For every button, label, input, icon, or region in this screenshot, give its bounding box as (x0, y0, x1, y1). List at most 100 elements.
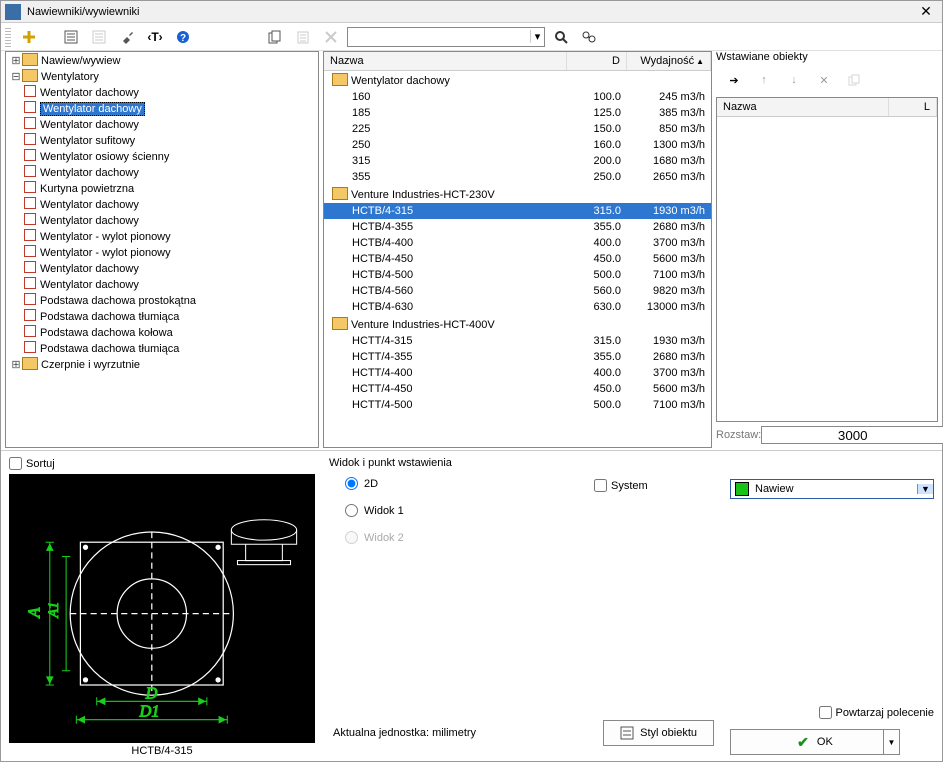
list-row[interactable]: HCTT/4-500500.07100 m3/h (324, 397, 711, 413)
tools-button[interactable] (115, 26, 139, 48)
titlebar: Nawiewniki/wywiewniki ✕ (1, 1, 942, 23)
inserted-objects-list[interactable]: Nazwa L (716, 97, 938, 422)
delete-button[interactable] (319, 26, 343, 48)
search-input[interactable]: ▾ (347, 27, 545, 47)
repeat-checkbox[interactable]: Powtarzaj polecenie (730, 706, 934, 719)
move-down-icon[interactable]: ↓ (782, 69, 806, 91)
properties-button[interactable] (59, 26, 83, 48)
sort-label: Sortuj (26, 458, 55, 470)
tree-item[interactable]: Podstawa dachowa kołowa (24, 324, 318, 340)
tree-item[interactable]: Wentylator - wylot pionowy (24, 228, 318, 244)
object-style-button[interactable]: Styl obiektu (603, 720, 714, 746)
duplicate-icon[interactable] (842, 69, 866, 91)
list-row[interactable]: 315200.01680 m3/h (324, 153, 711, 169)
list-row[interactable]: HCTB/4-315315.01930 m3/h (324, 203, 711, 219)
list-row[interactable]: HCTB/4-355355.02680 m3/h (324, 219, 711, 235)
category-tree[interactable]: ⊞Nawiew/wywiew⊟WentylatoryWentylator dac… (5, 51, 319, 448)
tree-item[interactable]: Wentylator dachowy (24, 276, 318, 292)
chevron-down-icon[interactable]: ▼ (917, 484, 933, 494)
dialog-window: Nawiewniki/wywiewniki ✕ ‹T› ? (0, 0, 943, 762)
tree-item[interactable]: Podstawa dachowa prostokątna (24, 292, 318, 308)
list-header: Nazwa D Wydajność▲ (324, 52, 711, 71)
move-up-icon[interactable]: ↑ (752, 69, 776, 91)
col-name[interactable]: Nazwa (324, 52, 567, 70)
help-button[interactable]: ? (171, 26, 195, 48)
inserted-objects-title: Wstawiane obiekty (716, 51, 938, 67)
view-group-title: Widok i punkt wstawienia (329, 457, 594, 469)
tree-item[interactable]: Kurtyna powietrzna (24, 180, 318, 196)
list-row[interactable]: 185125.0385 m3/h (324, 105, 711, 121)
svg-text:D1: D1 (139, 702, 160, 721)
system-checkbox[interactable]: System (594, 479, 714, 492)
find-next-icon[interactable] (577, 26, 601, 48)
tree-item[interactable]: Wentylator dachowy (24, 164, 318, 180)
list-group[interactable]: Venture Industries-HCT-400V (324, 315, 711, 333)
remove-icon[interactable]: ✕ (812, 69, 836, 91)
radio-view1[interactable]: Widok 1 (345, 504, 594, 517)
list-row[interactable]: HCTT/4-400400.03700 m3/h (324, 365, 711, 381)
inserted-objects-pane: Wstawiane obiekty ➔ ↑ ↓ ✕ Nazwa L (716, 51, 938, 448)
tree-item[interactable]: Wentylator dachowy (24, 116, 318, 132)
list-row[interactable]: 355250.02650 m3/h (324, 169, 711, 185)
paste-button[interactable] (291, 26, 315, 48)
list-row[interactable]: HCTT/4-355355.02680 m3/h (324, 349, 711, 365)
spacing-label: Rozstaw: (716, 429, 761, 441)
col-name-r[interactable]: Nazwa (717, 98, 889, 116)
tree-folder[interactable]: Nawiew/wywiew (22, 55, 120, 67)
svg-text:A1: A1 (46, 602, 62, 619)
ok-button[interactable]: ✔ OK ▼ (730, 729, 900, 755)
tree-item[interactable]: Wentylator dachowy (24, 260, 318, 276)
list-row[interactable]: HCTT/4-450450.05600 m3/h (324, 381, 711, 397)
ok-dropdown[interactable]: ▼ (883, 730, 899, 754)
list-row[interactable]: HCTT/4-315315.01930 m3/h (324, 333, 711, 349)
list-row[interactable]: 250160.01300 m3/h (324, 137, 711, 153)
add-button[interactable] (17, 26, 41, 48)
list-row[interactable]: HCTB/4-400400.03700 m3/h (324, 235, 711, 251)
flow-type-combo[interactable]: Nawiew ▼ (730, 479, 934, 499)
search-dropdown[interactable]: ▾ (530, 30, 544, 43)
col-d[interactable]: D (567, 52, 627, 70)
list-row[interactable]: HCTB/4-560560.09820 m3/h (324, 283, 711, 299)
text-button[interactable]: ‹T› (143, 26, 167, 48)
radio-2d[interactable]: 2D (345, 477, 594, 490)
tree-folder[interactable]: Wentylatory (22, 71, 99, 83)
style-icon (620, 726, 634, 740)
unit-label: Aktualna jednostka: milimetry (333, 727, 476, 739)
tree-item[interactable]: Wentylator dachowy (24, 84, 318, 100)
close-button[interactable]: ✕ (914, 3, 938, 21)
toolbar-grip (5, 27, 11, 47)
tree-item[interactable]: Wentylator osiowy ścienny (24, 148, 318, 164)
list-group[interactable]: Wentylator dachowy (324, 71, 711, 89)
tree-item[interactable]: Podstawa dachowa tłumiąca (24, 340, 318, 356)
color-swatch-icon (735, 482, 749, 496)
tree-twisty[interactable]: ⊟ (10, 70, 22, 83)
list-button[interactable] (87, 26, 111, 48)
list-row[interactable]: HCTB/4-500500.07100 m3/h (324, 267, 711, 283)
list-row[interactable]: HCTB/4-630630.013000 m3/h (324, 299, 711, 315)
col-l[interactable]: L (889, 98, 937, 116)
tree-twisty[interactable]: ⊞ (10, 54, 22, 67)
tree-item[interactable]: Podstawa dachowa tłumiąca (24, 308, 318, 324)
list-row[interactable]: HCTB/4-450450.05600 m3/h (324, 251, 711, 267)
tree-item[interactable]: Wentylator dachowy (24, 100, 318, 116)
check-icon: ✔ (797, 734, 809, 751)
preview-canvas: A A1 D D1 (9, 474, 315, 743)
radio-view2: Widok 2 (345, 531, 594, 544)
copy-button[interactable] (263, 26, 287, 48)
col-capacity[interactable]: Wydajność▲ (627, 52, 711, 70)
tree-item[interactable]: Wentylator - wylot pionowy (24, 244, 318, 260)
tree-folder[interactable]: Czerpnie i wyrzutnie (22, 359, 140, 371)
tree-item[interactable]: Wentylator dachowy (24, 196, 318, 212)
tree-item[interactable]: Wentylator sufitowy (24, 132, 318, 148)
tree-item[interactable]: Wentylator dachowy (24, 212, 318, 228)
sort-checkbox[interactable] (9, 457, 22, 470)
spacing-input[interactable] (761, 426, 943, 444)
item-list[interactable]: Nazwa D Wydajność▲ Wentylator dachowy160… (323, 51, 712, 448)
list-group[interactable]: Venture Industries-HCT-230V (324, 185, 711, 203)
list-row[interactable]: 225150.0850 m3/h (324, 121, 711, 137)
list-row[interactable]: 160100.0245 m3/h (324, 89, 711, 105)
tree-twisty[interactable]: ⊞ (10, 358, 22, 371)
preview-caption: HCTB/4-315 (9, 743, 315, 757)
search-icon[interactable] (549, 26, 573, 48)
move-right-icon[interactable]: ➔ (722, 69, 746, 91)
